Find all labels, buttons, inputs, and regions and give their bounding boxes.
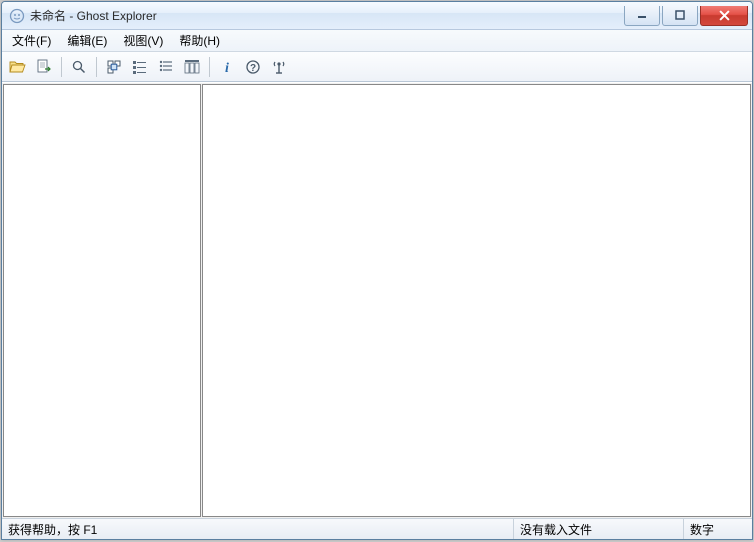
small-icons-icon — [132, 59, 148, 75]
close-button[interactable] — [700, 6, 748, 26]
antenna-icon — [271, 59, 287, 75]
info-icon: i — [219, 59, 235, 75]
menu-view[interactable]: 视图(V) — [115, 30, 171, 51]
window-controls — [624, 6, 748, 26]
large-icons-icon — [106, 59, 122, 75]
folder-open-icon — [9, 59, 27, 75]
properties-button[interactable] — [32, 55, 56, 79]
find-button[interactable] — [67, 55, 91, 79]
page-arrow-icon — [36, 59, 52, 75]
toolbar-separator — [61, 57, 62, 77]
menu-help[interactable]: 帮助(H) — [171, 30, 228, 51]
toolbar-separator — [209, 57, 210, 77]
content-area — [2, 82, 752, 518]
toolbar-separator — [96, 57, 97, 77]
view-small-icons-button[interactable] — [128, 55, 152, 79]
about-button[interactable]: i — [215, 55, 239, 79]
maximize-button[interactable] — [662, 6, 698, 26]
window-title: 未命名 - Ghost Explorer — [30, 7, 157, 24]
minimize-button[interactable] — [624, 6, 660, 26]
open-button[interactable] — [6, 55, 30, 79]
toolbar: i ? — [2, 52, 752, 82]
svg-text:?: ? — [250, 63, 256, 74]
help-icon: ? — [245, 59, 261, 75]
menu-bar: 文件(F) 编辑(E) 视图(V) 帮助(H) — [2, 30, 752, 52]
status-num-indicator: 数字 — [684, 519, 752, 539]
details-icon — [184, 59, 200, 75]
svg-text:i: i — [225, 61, 229, 75]
magnifier-icon — [71, 59, 87, 75]
status-bar: 获得帮助，按 F1 没有载入文件 数字 — [2, 518, 752, 539]
app-window: 未命名 - Ghost Explorer 文件(F) 编辑(E) 视图(V) 帮… — [1, 1, 753, 540]
status-load-state: 没有载入文件 — [514, 519, 684, 539]
app-icon — [9, 8, 25, 24]
live-update-button[interactable] — [267, 55, 291, 79]
view-large-icons-button[interactable] — [102, 55, 126, 79]
list-panel[interactable] — [202, 84, 751, 517]
view-details-button[interactable] — [180, 55, 204, 79]
tree-panel[interactable] — [3, 84, 201, 517]
view-list-button[interactable] — [154, 55, 178, 79]
help-button[interactable]: ? — [241, 55, 265, 79]
menu-edit[interactable]: 编辑(E) — [59, 30, 115, 51]
title-bar[interactable]: 未命名 - Ghost Explorer — [2, 2, 752, 30]
menu-file[interactable]: 文件(F) — [4, 30, 59, 51]
status-help-hint: 获得帮助，按 F1 — [2, 519, 514, 539]
list-icon — [158, 59, 174, 75]
